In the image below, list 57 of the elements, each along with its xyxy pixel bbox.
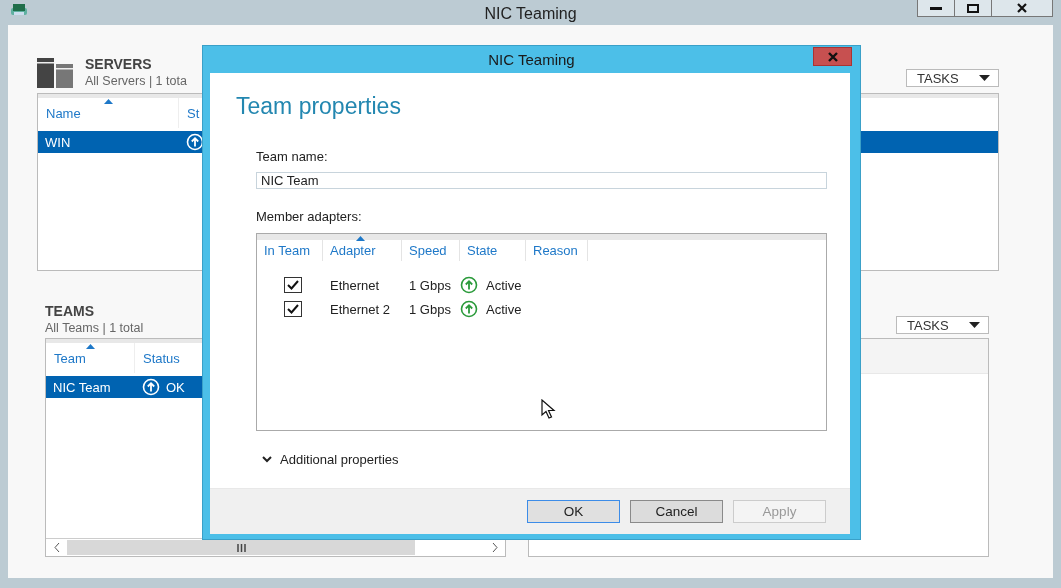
close-button[interactable]	[991, 0, 1053, 17]
network-card-icon	[10, 3, 28, 17]
maximize-icon	[967, 3, 979, 13]
section-title: SERVERS	[85, 56, 152, 72]
team-name: NIC Team	[53, 379, 111, 395]
status-up-icon	[186, 133, 204, 151]
status-up-icon	[142, 378, 160, 396]
column-header[interactable]: Name	[38, 98, 179, 128]
adapter-state: Active	[486, 301, 522, 317]
tasks-dropdown[interactable]: TASKS	[906, 69, 999, 87]
server-name: WIN	[45, 134, 71, 150]
maximize-button[interactable]	[954, 0, 992, 17]
caret-icon	[979, 75, 990, 81]
dialog-button[interactable]: Cancel	[630, 500, 723, 523]
scrollbar-thumb[interactable]	[67, 540, 415, 555]
column-header[interactable]: In Team	[257, 240, 323, 261]
tasks-dropdown[interactable]: TASKS	[896, 316, 989, 334]
section-subtitle: All Teams | 1 total	[45, 321, 144, 335]
adapter-state: Active	[486, 277, 522, 293]
checkbox[interactable]	[284, 301, 302, 317]
sort-arrow-icon	[356, 236, 365, 241]
dialog-button[interactable]: OK	[527, 500, 620, 523]
close-icon	[827, 51, 838, 62]
column-header[interactable]: Speed	[402, 240, 460, 261]
sort-arrow-icon	[104, 99, 113, 104]
section-subtitle: All Servers | 1 tota	[85, 74, 187, 88]
close-icon	[1017, 3, 1027, 13]
status-up-icon	[460, 300, 478, 318]
adapter-speed: 1 Gbps	[408, 277, 452, 293]
column-header[interactable]: Reason	[526, 240, 588, 261]
field-label: Team name:	[256, 149, 329, 164]
column-header[interactable]: Adapter	[323, 240, 402, 261]
chevron-left-icon	[53, 543, 60, 552]
status-up-icon	[460, 276, 478, 294]
additional-properties-toggle[interactable]: Additional properties	[262, 452, 399, 467]
grip-icon	[236, 543, 246, 552]
dialog-heading: Team properties	[236, 93, 402, 120]
column-header[interactable]: Team	[46, 343, 135, 373]
adapter-name: Ethernet 2	[329, 301, 391, 317]
team-name-field[interactable]: NIC Team	[256, 172, 827, 189]
adapter-speed: 1 Gbps	[408, 301, 452, 317]
minimize-button[interactable]	[917, 0, 955, 17]
chevron-down-icon	[262, 456, 272, 463]
window-title: NIC Teaming	[484, 4, 577, 22]
column-header[interactable]: State	[460, 240, 526, 261]
servers-icon	[37, 58, 73, 88]
sort-arrow-icon	[86, 344, 95, 349]
dialog-title: NIC Teaming	[488, 51, 575, 68]
caret-icon	[969, 322, 980, 328]
checkbox[interactable]	[284, 277, 302, 293]
field-label: Member adapters:	[256, 209, 363, 224]
section-title: TEAMS	[45, 303, 94, 319]
team-status: OK	[166, 379, 185, 395]
mouse-pointer-icon	[541, 399, 556, 419]
minimize-icon	[930, 6, 942, 10]
adapter-name: Ethernet	[329, 277, 381, 293]
chevron-right-icon	[491, 543, 498, 552]
